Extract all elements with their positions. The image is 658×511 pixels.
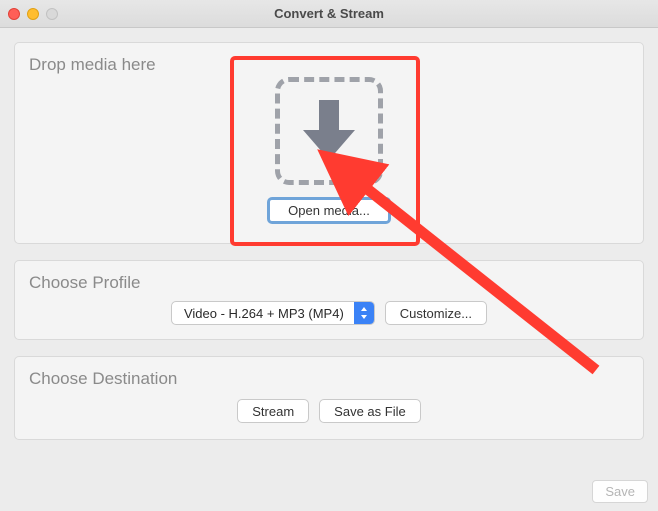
profile-select[interactable]: Video - H.264 + MP3 (MP4) [171,301,375,325]
save-button[interactable]: Save [592,480,648,503]
profile-select-value: Video - H.264 + MP3 (MP4) [172,302,354,324]
choose-destination-title: Choose Destination [29,369,629,389]
titlebar: Convert & Stream [0,0,658,28]
traffic-lights [8,8,58,20]
profile-row: Video - H.264 + MP3 (MP4) Customize... [29,301,629,325]
minimize-window-button[interactable] [27,8,39,20]
drop-zone[interactable] [275,77,383,185]
close-window-button[interactable] [8,8,20,20]
chevron-updown-icon [354,302,374,324]
save-as-file-button[interactable]: Save as File [319,399,421,423]
drop-center: Open media... [29,77,629,224]
choose-profile-title: Choose Profile [29,273,629,293]
choose-profile-panel: Choose Profile Video - H.264 + MP3 (MP4)… [14,260,644,340]
customize-button[interactable]: Customize... [385,301,487,325]
content-area: Drop media here Open media... Choose Pro… [0,28,658,454]
open-media-button[interactable]: Open media... [267,197,391,224]
stream-button[interactable]: Stream [237,399,309,423]
zoom-window-button[interactable] [46,8,58,20]
drop-media-panel[interactable]: Drop media here Open media... [14,42,644,244]
drop-media-title: Drop media here [29,55,629,75]
download-arrow-icon [303,100,355,162]
destination-row: Stream Save as File [29,399,629,423]
window-title: Convert & Stream [0,6,658,21]
choose-destination-panel: Choose Destination Stream Save as File [14,356,644,440]
